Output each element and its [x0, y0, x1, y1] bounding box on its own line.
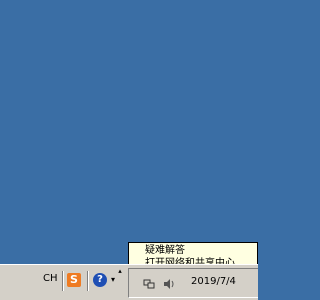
- taskbar: CH S ? ▾ ▴ 2019/7/4: [0, 264, 258, 300]
- tooltip-line-troubleshoot: 疑难解答: [145, 245, 185, 256]
- sogou-ime-icon[interactable]: S: [67, 273, 81, 287]
- options-arrow-icon[interactable]: ▾: [111, 275, 115, 284]
- taskbar-separator: [87, 271, 89, 291]
- clock[interactable]: 2019/7/4: [191, 276, 236, 287]
- system-tray: 2019/7/4: [128, 268, 258, 298]
- tray-toggle-icon[interactable]: ▴: [116, 267, 124, 297]
- language-indicator[interactable]: CH: [43, 273, 58, 285]
- desktop: [0, 0, 258, 264]
- network-icon[interactable]: [143, 278, 155, 290]
- volume-icon[interactable]: [163, 278, 175, 290]
- taskbar-separator: [62, 271, 64, 291]
- help-icon[interactable]: ?: [93, 273, 107, 287]
